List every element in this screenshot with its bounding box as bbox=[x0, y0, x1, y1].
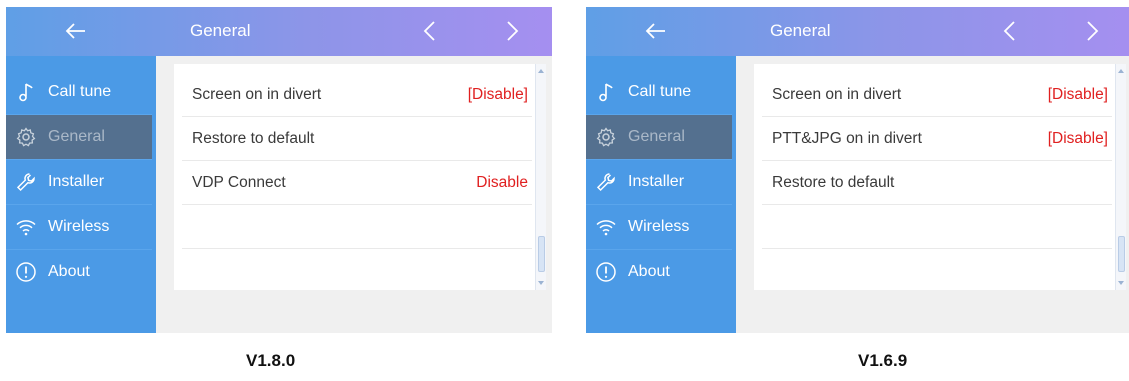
sidebar-item-call-tune[interactable]: Call tune bbox=[586, 70, 732, 114]
sidebar-item-label: Installer bbox=[628, 173, 685, 190]
setting-value: [Disable] bbox=[1047, 130, 1108, 147]
scrollbar[interactable] bbox=[535, 64, 546, 290]
gear-icon bbox=[594, 125, 618, 149]
scrollbar-thumb[interactable] bbox=[1118, 236, 1125, 272]
sidebar-item-wireless[interactable]: Wireless bbox=[586, 205, 732, 249]
setting-label: Restore to default bbox=[192, 130, 315, 147]
setting-value: [Disable] bbox=[1047, 86, 1108, 103]
sidebar-item-label: About bbox=[628, 263, 670, 280]
setting-label: Screen on in divert bbox=[192, 86, 322, 103]
arrow-left-icon bbox=[65, 23, 85, 39]
setting-row-ptt-jpg-on-in-divert[interactable]: PTT&JPG on in divert [Disable] bbox=[754, 117, 1110, 161]
info-icon bbox=[594, 260, 618, 284]
header-bar: General bbox=[6, 7, 552, 56]
divider bbox=[182, 248, 532, 249]
arrow-left-icon bbox=[645, 23, 665, 39]
sidebar-item-about[interactable]: About bbox=[586, 250, 732, 294]
sidebar-item-general[interactable]: General bbox=[6, 115, 152, 159]
setting-label: Screen on in divert bbox=[772, 86, 902, 103]
wifi-icon bbox=[594, 215, 618, 239]
sidebar-item-general[interactable]: General bbox=[586, 115, 732, 159]
sidebar-item-label: General bbox=[48, 128, 105, 145]
sidebar: Call tune General Installer Wireless Abo… bbox=[6, 56, 156, 333]
chevron-left-icon bbox=[1003, 21, 1015, 41]
scrollbar-thumb[interactable] bbox=[538, 236, 545, 272]
setting-value: Disable bbox=[476, 174, 528, 191]
sidebar-item-label: Wireless bbox=[48, 218, 110, 235]
page-title: General bbox=[190, 21, 251, 40]
scroll-down-arrow-icon[interactable] bbox=[1116, 278, 1126, 288]
divider bbox=[182, 204, 532, 205]
next-page-button[interactable] bbox=[1080, 17, 1106, 45]
chevron-right-icon bbox=[1087, 21, 1099, 41]
sidebar-item-wireless[interactable]: Wireless bbox=[6, 205, 152, 249]
scroll-up-arrow-icon[interactable] bbox=[1116, 66, 1126, 76]
music-note-icon bbox=[14, 80, 38, 104]
divider bbox=[762, 248, 1112, 249]
scroll-up-arrow-icon[interactable] bbox=[536, 66, 546, 76]
setting-row-screen-on-in-divert[interactable]: Screen on in divert [Disable] bbox=[754, 73, 1110, 117]
setting-row-restore-to-default[interactable]: Restore to default bbox=[174, 117, 530, 161]
info-icon bbox=[14, 260, 38, 284]
settings-panel: Screen on in divert [Disable] Restore to… bbox=[174, 64, 546, 290]
setting-value: [Disable] bbox=[467, 86, 528, 103]
chevron-left-icon bbox=[423, 21, 435, 41]
settings-panel: Screen on in divert [Disable] PTT&JPG on… bbox=[754, 64, 1126, 290]
divider bbox=[762, 204, 1112, 205]
next-page-button[interactable] bbox=[500, 17, 526, 45]
setting-label: PTT&JPG on in divert bbox=[772, 130, 922, 147]
version-caption: V1.6.9 bbox=[858, 351, 908, 370]
setting-row-restore-to-default[interactable]: Restore to default bbox=[754, 161, 1110, 205]
wrench-icon bbox=[14, 170, 38, 194]
sidebar-item-installer[interactable]: Installer bbox=[6, 160, 152, 204]
sidebar-item-label: Wireless bbox=[628, 218, 690, 235]
page-title: General bbox=[770, 21, 831, 40]
sidebar-item-label: General bbox=[628, 128, 685, 145]
device-screen-v180: General Call tune General Installer Wire… bbox=[6, 7, 552, 333]
gear-icon bbox=[14, 125, 38, 149]
sidebar-item-label: Installer bbox=[48, 173, 105, 190]
wifi-icon bbox=[14, 215, 38, 239]
setting-row-vdp-connect[interactable]: VDP Connect Disable bbox=[174, 161, 530, 205]
back-button[interactable] bbox=[641, 17, 671, 45]
scrollbar[interactable] bbox=[1115, 64, 1126, 290]
sidebar-item-installer[interactable]: Installer bbox=[586, 160, 732, 204]
device-screen-v169: General Call tune General Installer Wire… bbox=[586, 7, 1129, 333]
wrench-icon bbox=[594, 170, 618, 194]
sidebar-item-label: Call tune bbox=[48, 83, 112, 100]
sidebar-item-label: About bbox=[48, 263, 90, 280]
scroll-down-arrow-icon[interactable] bbox=[536, 278, 546, 288]
setting-label: Restore to default bbox=[772, 174, 895, 191]
prev-page-button[interactable] bbox=[416, 17, 442, 45]
setting-label: VDP Connect bbox=[192, 174, 286, 191]
chevron-right-icon bbox=[507, 21, 519, 41]
prev-page-button[interactable] bbox=[996, 17, 1022, 45]
sidebar-item-label: Call tune bbox=[628, 83, 692, 100]
header-bar: General bbox=[586, 7, 1129, 56]
version-caption: V1.8.0 bbox=[246, 351, 296, 370]
music-note-icon bbox=[594, 80, 618, 104]
back-button[interactable] bbox=[61, 17, 91, 45]
sidebar-item-call-tune[interactable]: Call tune bbox=[6, 70, 152, 114]
sidebar: Call tune General Installer Wireless Abo… bbox=[586, 56, 736, 333]
setting-row-screen-on-in-divert[interactable]: Screen on in divert [Disable] bbox=[174, 73, 530, 117]
sidebar-item-about[interactable]: About bbox=[6, 250, 152, 294]
